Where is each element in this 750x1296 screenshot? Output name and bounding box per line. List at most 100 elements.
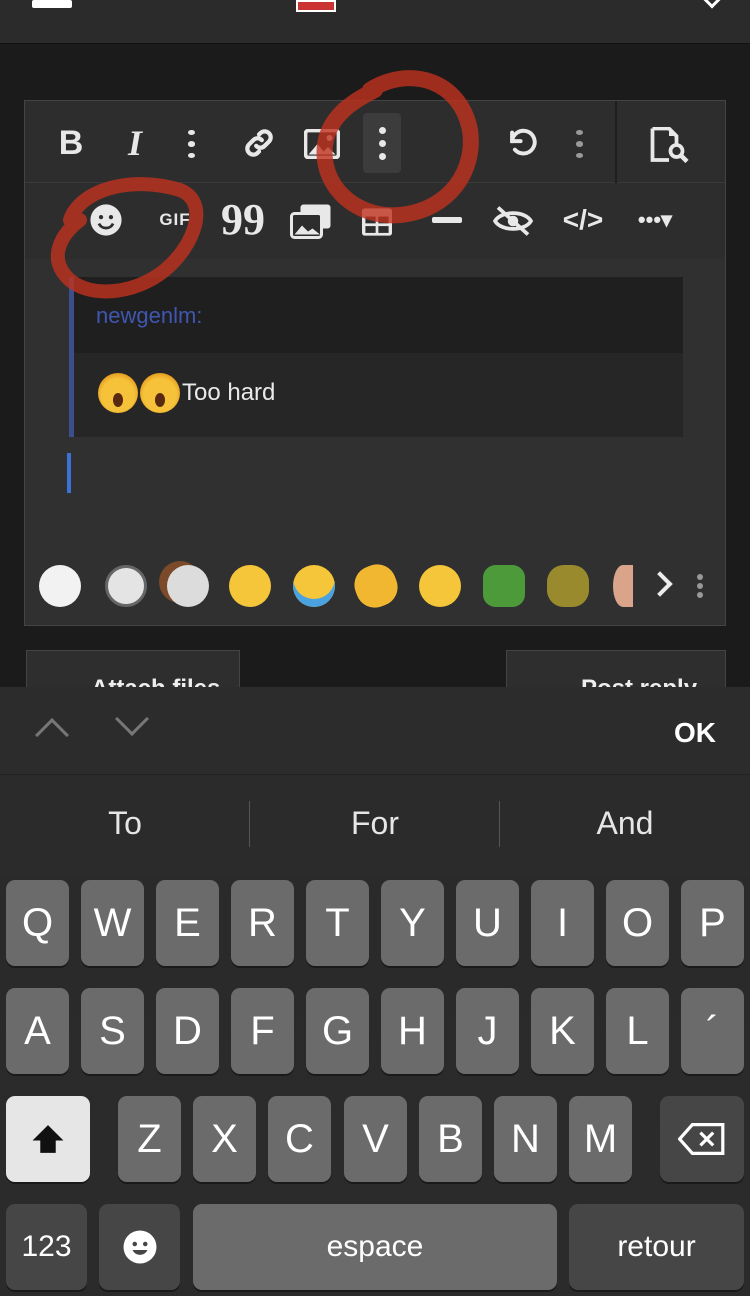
backspace-key[interactable] — [660, 1096, 744, 1182]
chevron-down-icon[interactable] — [703, 0, 721, 9]
emoji-icon — [90, 204, 122, 236]
more-options-icon: •••▾ — [637, 207, 673, 232]
key-acute-accent[interactable]: ´ — [681, 988, 744, 1074]
key-l[interactable]: L — [606, 988, 669, 1074]
chevron-right-icon[interactable] — [647, 571, 673, 597]
glasses-wojak-emoji-icon[interactable] — [105, 565, 147, 607]
key-w[interactable]: W — [81, 880, 144, 966]
key-c[interactable]: C — [268, 1096, 331, 1182]
code-button[interactable]: </> — [559, 201, 607, 239]
key-i[interactable]: I — [531, 880, 594, 966]
space-key[interactable]: espace — [193, 1204, 557, 1290]
quote-button[interactable]: 99 — [221, 195, 265, 244]
key-b[interactable]: B — [419, 1096, 482, 1182]
face-emoji-icon[interactable] — [613, 565, 633, 607]
emoji-button[interactable] — [87, 201, 125, 239]
more-history-options-button[interactable] — [569, 127, 589, 161]
spoiler-button[interactable] — [491, 201, 535, 241]
italic-button[interactable]: I — [115, 123, 155, 163]
key-x[interactable]: X — [193, 1096, 256, 1182]
key-m[interactable]: M — [569, 1096, 632, 1182]
quote-body: Too hard — [74, 353, 683, 433]
shrek-emoji-icon[interactable] — [547, 565, 589, 607]
key-d[interactable]: D — [156, 988, 219, 1074]
preview-button[interactable] — [645, 123, 693, 167]
reply-editor: B I GIF 99 </> •••▾ newgenlm: Too hard — [24, 100, 726, 626]
insert-media-button[interactable] — [289, 201, 333, 241]
quote-text: Too hard — [182, 379, 276, 406]
done-button[interactable]: OK — [674, 717, 716, 749]
key-o[interactable]: O — [606, 880, 669, 966]
keyboard-accessory-bar: OK — [0, 687, 750, 775]
return-key[interactable]: retour — [569, 1204, 744, 1290]
forum-header — [0, 0, 750, 44]
key-k[interactable]: K — [531, 988, 594, 1074]
key-v[interactable]: V — [344, 1096, 407, 1182]
key-g[interactable]: G — [306, 988, 369, 1074]
emoji-keyboard-key[interactable] — [99, 1204, 180, 1290]
post-reply-button[interactable]: Post reply — [506, 650, 726, 690]
pepe-emoji-icon[interactable] — [483, 565, 525, 607]
link-icon — [245, 129, 273, 157]
code-label: </> — [562, 204, 604, 235]
flag-icon — [296, 0, 336, 12]
link-button[interactable] — [239, 123, 279, 163]
more-options-button[interactable]: •••▾ — [625, 201, 685, 239]
menu-icon[interactable] — [32, 0, 72, 8]
more-text-options-button[interactable] — [181, 127, 201, 161]
key-z[interactable]: Z — [118, 1096, 181, 1182]
key-t[interactable]: T — [306, 880, 369, 966]
key-j[interactable]: J — [456, 988, 519, 1074]
scream-emoji-icon — [140, 373, 180, 413]
laughing-tears-emoji-icon[interactable] — [293, 565, 335, 607]
thinking-tilt-emoji-icon[interactable] — [349, 559, 403, 613]
table-icon — [362, 208, 392, 236]
attach-files-button[interactable]: Attach files — [26, 650, 240, 690]
toolbar-divider — [615, 101, 617, 183]
undo-button[interactable] — [501, 123, 543, 165]
quote-label: 99 — [221, 194, 265, 244]
numbers-key[interactable]: 123 — [6, 1204, 87, 1290]
editor-toolbar-primary: B I — [25, 101, 725, 183]
next-field-icon[interactable] — [115, 702, 149, 736]
more-emoji-icon[interactable] — [697, 571, 703, 601]
insert-table-button[interactable] — [359, 205, 395, 239]
backspace-icon — [678, 1123, 725, 1155]
quote-block: newgenlm: Too hard — [69, 277, 683, 437]
sad-tear-emoji-icon[interactable] — [419, 565, 461, 607]
suggestion-3[interactable]: And — [500, 805, 750, 842]
undo-icon — [510, 128, 537, 156]
key-grid: Q W E R T Y U I O P A S D F G H J K L ´ … — [0, 877, 750, 1296]
predictive-bar: To For And — [0, 775, 750, 877]
suggestion-1[interactable]: To — [0, 805, 250, 842]
key-r[interactable]: R — [231, 880, 294, 966]
shift-key[interactable] — [6, 1096, 90, 1182]
shift-icon — [32, 1125, 64, 1153]
horizontal-rule-button[interactable] — [427, 213, 467, 227]
key-s[interactable]: S — [81, 988, 144, 1074]
key-p[interactable]: P — [681, 880, 744, 966]
key-q[interactable]: Q — [6, 880, 69, 966]
editor-toolbar-secondary: GIF 99 </> •••▾ — [25, 183, 725, 259]
bold-button[interactable]: B — [51, 123, 91, 163]
emoji-quick-bar — [25, 549, 725, 627]
quote-author: newgenlm: — [74, 277, 683, 353]
gif-button[interactable]: GIF — [155, 207, 195, 233]
key-f[interactable]: F — [231, 988, 294, 1074]
key-e[interactable]: E — [156, 880, 219, 966]
crying-wojak-emoji-icon[interactable] — [167, 565, 209, 607]
key-a[interactable]: A — [6, 988, 69, 1074]
previous-field-icon[interactable] — [35, 718, 69, 752]
suggestion-2[interactable]: For — [250, 805, 500, 842]
key-h[interactable]: H — [381, 988, 444, 1074]
image-icon — [304, 129, 340, 159]
insert-image-button[interactable] — [301, 125, 343, 163]
key-y[interactable]: Y — [381, 880, 444, 966]
grinning-sweat-emoji-icon[interactable] — [229, 565, 271, 607]
key-n[interactable]: N — [494, 1096, 557, 1182]
wojak-emoji-icon[interactable] — [39, 565, 81, 607]
scream-emoji-icon — [98, 373, 138, 413]
media-icon — [290, 204, 331, 239]
key-u[interactable]: U — [456, 880, 519, 966]
more-insert-options-button[interactable] — [363, 113, 401, 173]
